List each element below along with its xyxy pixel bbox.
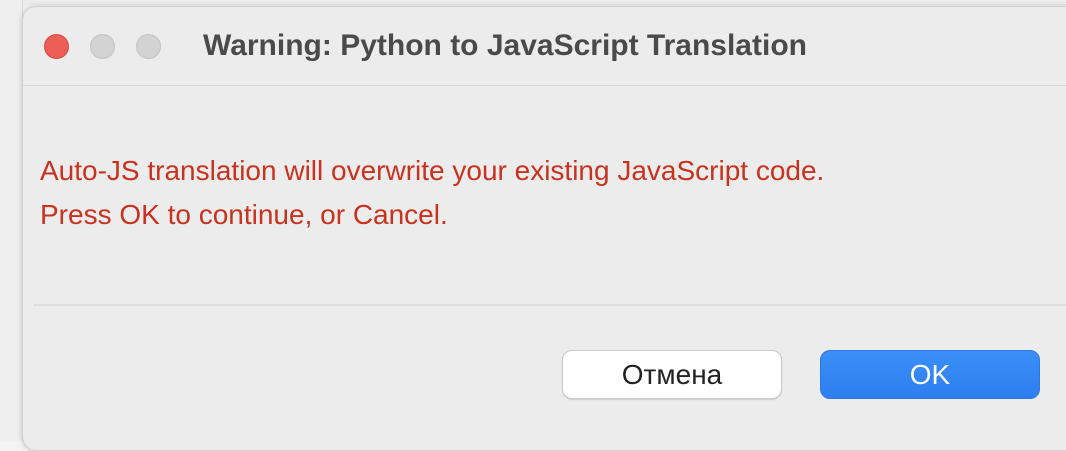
- close-window-button[interactable]: [44, 34, 69, 59]
- background-window: [0, 0, 23, 441]
- cancel-button[interactable]: Отмена: [562, 350, 782, 399]
- warning-message: Auto-JS translation will overwrite your …: [40, 149, 1066, 237]
- warning-message-line-1: Auto-JS translation will overwrite your …: [40, 155, 825, 186]
- background-app-edge: [0, 0, 1066, 5]
- warning-message-line-2: Press OK to continue, or Cancel.: [40, 199, 448, 230]
- dialog-title: Warning: Python to JavaScript Translatio…: [203, 29, 807, 62]
- divider: [33, 304, 1066, 306]
- ok-button[interactable]: OK: [820, 350, 1040, 399]
- zoom-window-button[interactable]: [136, 34, 161, 59]
- minimize-window-button[interactable]: [90, 34, 115, 59]
- warning-dialog: Warning: Python to JavaScript Translatio…: [22, 6, 1066, 451]
- title-bar[interactable]: Warning: Python to JavaScript Translatio…: [23, 7, 1066, 86]
